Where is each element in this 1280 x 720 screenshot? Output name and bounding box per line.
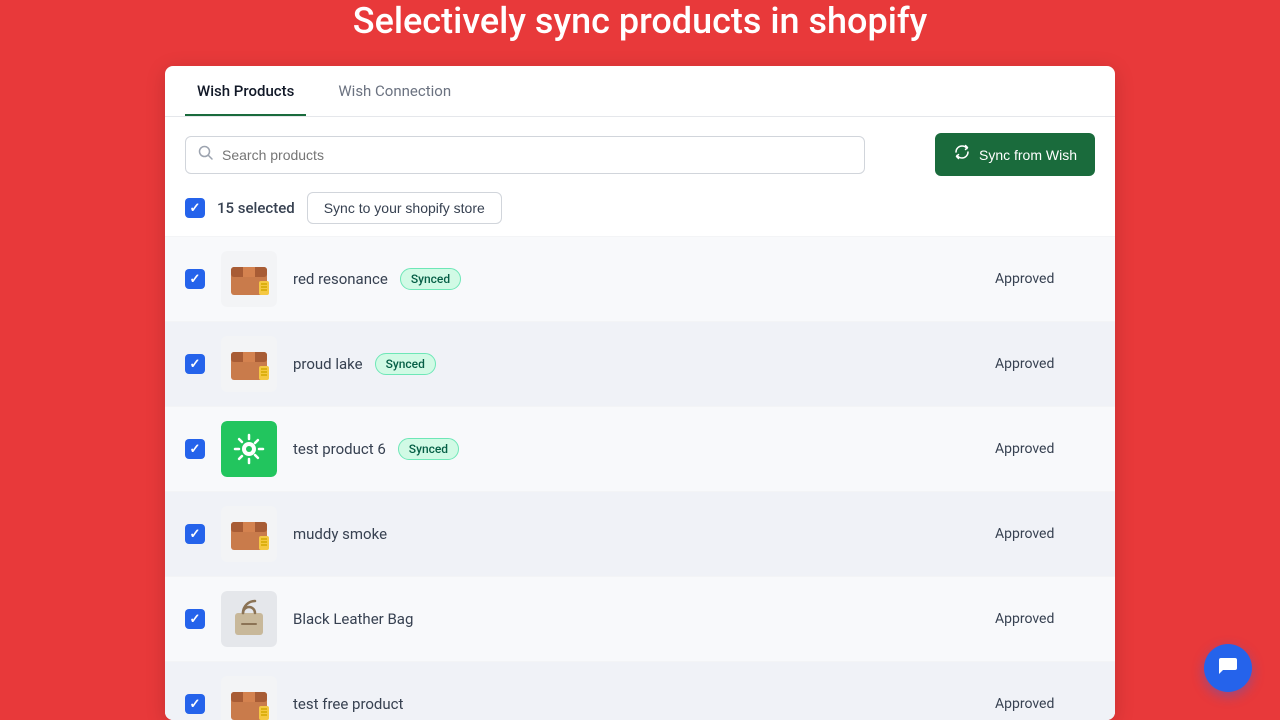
synced-badge: Synced: [398, 438, 459, 460]
search-container: [185, 136, 865, 174]
row-checkbox[interactable]: [185, 524, 205, 544]
tab-wish-products[interactable]: Wish Products: [185, 66, 306, 116]
product-info: Black Leather Bag: [293, 610, 979, 628]
table-row: proud lake Synced Approved: [165, 321, 1115, 406]
selected-count: 15 selected: [217, 199, 295, 217]
product-name: muddy smoke: [293, 525, 387, 543]
product-list: red resonance Synced Approved proud lake…: [165, 236, 1115, 720]
product-status: Approved: [995, 271, 1095, 287]
chat-icon: [1217, 654, 1239, 682]
sync-to-store-button[interactable]: Sync to your shopify store: [307, 192, 502, 224]
table-row: red resonance Synced Approved: [165, 236, 1115, 321]
product-image: [221, 421, 277, 477]
select-all-checkbox[interactable]: [185, 198, 205, 218]
product-image: [221, 676, 277, 720]
product-status: Approved: [995, 696, 1095, 712]
product-image: [221, 591, 277, 647]
product-name: red resonance: [293, 270, 388, 288]
product-image: [221, 336, 277, 392]
product-status: Approved: [995, 441, 1095, 457]
product-name: Black Leather Bag: [293, 610, 413, 628]
chat-button[interactable]: [1204, 644, 1252, 692]
page-title: Selectively sync products in shopify: [353, 0, 927, 42]
sync-from-wish-button[interactable]: Sync from Wish: [935, 133, 1095, 176]
product-info: proud lake Synced: [293, 353, 979, 375]
product-info: test product 6 Synced: [293, 438, 979, 460]
product-name: proud lake: [293, 355, 363, 373]
row-checkbox[interactable]: [185, 269, 205, 289]
search-input[interactable]: [222, 147, 852, 163]
product-name: test free product: [293, 695, 403, 713]
tabs-container: Wish Products Wish Connection: [165, 66, 1115, 117]
product-info: red resonance Synced: [293, 268, 979, 290]
synced-badge: Synced: [400, 268, 461, 290]
table-row: test product 6 Synced Approved: [165, 406, 1115, 491]
row-checkbox[interactable]: [185, 439, 205, 459]
tab-wish-connection[interactable]: Wish Connection: [326, 66, 463, 116]
product-image: [221, 506, 277, 562]
row-checkbox[interactable]: [185, 609, 205, 629]
product-info: muddy smoke: [293, 525, 979, 543]
product-info: test free product: [293, 695, 979, 713]
row-checkbox[interactable]: [185, 694, 205, 714]
row-checkbox[interactable]: [185, 354, 205, 374]
search-icon: [198, 145, 214, 165]
sync-icon: [953, 143, 971, 166]
product-image: [221, 251, 277, 307]
product-status: Approved: [995, 526, 1095, 542]
synced-badge: Synced: [375, 353, 436, 375]
product-name: test product 6: [293, 440, 386, 458]
toolbar: Sync from Wish: [165, 117, 1115, 192]
table-row: Black Leather Bag Approved: [165, 576, 1115, 661]
table-row: muddy smoke Approved: [165, 491, 1115, 576]
main-card: Wish Products Wish Connection: [165, 66, 1115, 720]
product-status: Approved: [995, 611, 1095, 627]
selection-bar: 15 selected Sync to your shopify store: [165, 192, 1115, 236]
product-status: Approved: [995, 356, 1095, 372]
sync-button-label: Sync from Wish: [979, 147, 1077, 163]
table-row: test free product Approved: [165, 661, 1115, 720]
